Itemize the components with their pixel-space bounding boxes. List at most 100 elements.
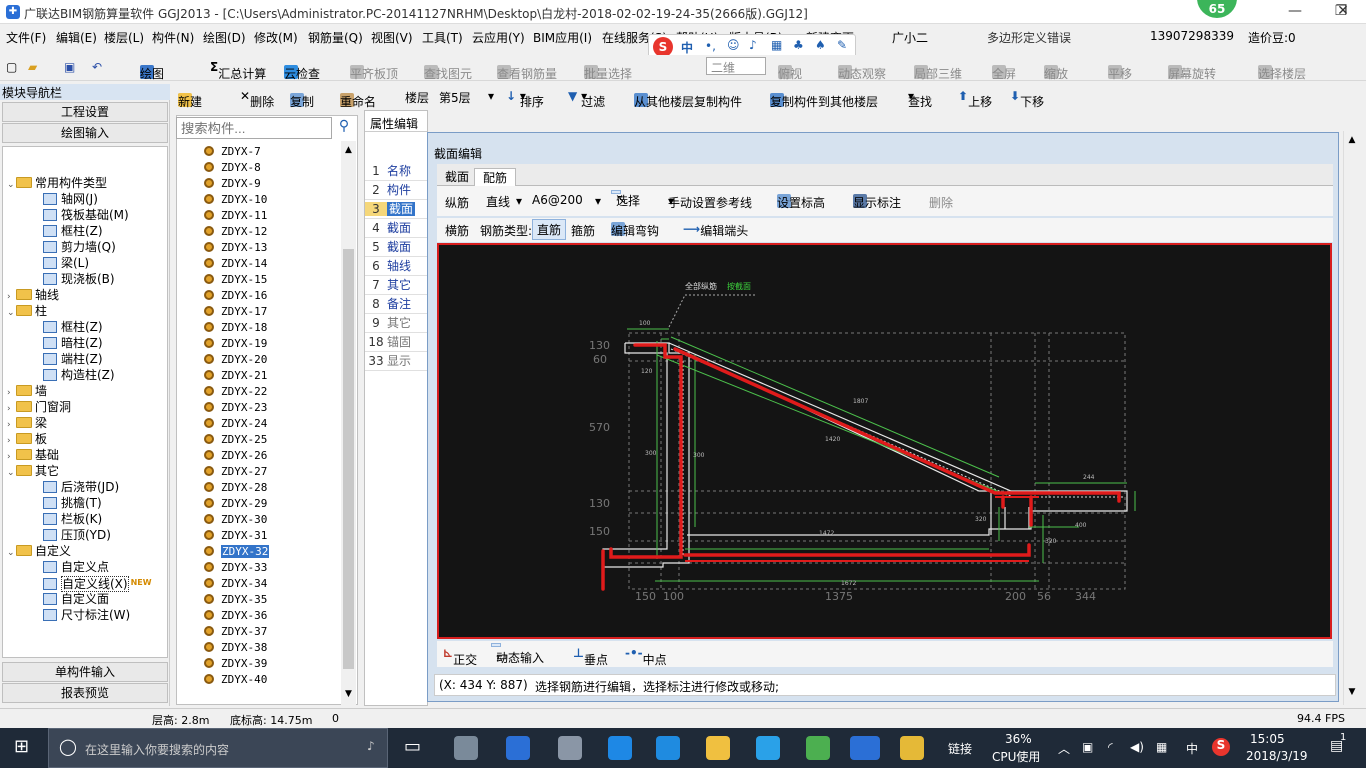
tree-item[interactable]: 剪力墙(Q) (43, 239, 116, 255)
tree-item[interactable]: 构造柱(Z) (43, 367, 115, 383)
small-label-9[interactable]: 400 (1075, 522, 1087, 529)
menu-assistant[interactable]: 广小二 (892, 29, 928, 46)
clock-date[interactable]: 2018/3/19 (1246, 749, 1308, 763)
menu-modify[interactable]: 修改(M) (254, 29, 298, 46)
component-list-item[interactable]: ZDYX-16 (204, 288, 267, 304)
menu-file[interactable]: 文件(F) (6, 29, 46, 46)
tree-item[interactable]: 自定义面 (43, 591, 109, 607)
floor-dropdown-icon[interactable]: ▾ (488, 89, 494, 103)
section-canvas[interactable]: 全部纵筋 按截面 130 60 570 130 150 150 100 1375… (437, 243, 1332, 639)
property-row[interactable]: 1 名称 (365, 162, 427, 181)
component-list-item[interactable]: ZDYX-33 (204, 560, 267, 576)
straight-bar-button[interactable]: 直筋 (532, 219, 567, 240)
tray-app-icon[interactable]: ▣ (1082, 740, 1093, 754)
component-search-input[interactable] (176, 117, 332, 139)
ime-indicator[interactable]: 中 (1186, 740, 1198, 757)
tree-item[interactable]: 筏板基础(M) (43, 207, 129, 223)
perpendicular-snap[interactable]: ⊥ 垂点 (573, 646, 608, 667)
user-phone[interactable]: 13907298339 (1150, 29, 1234, 43)
undo-icon[interactable]: ↶ (92, 60, 102, 74)
property-row[interactable]: 6 轴线 (365, 257, 427, 276)
punct-icon[interactable]: •, (705, 39, 716, 53)
clock-time[interactable]: 15:05 (1250, 732, 1285, 746)
component-list-item[interactable]: ZDYX-9 (204, 176, 261, 192)
small-label-2[interactable]: 1807 (853, 398, 868, 405)
dim-left-0[interactable]: 130 (589, 339, 610, 352)
new-button[interactable]: 新建▾ (178, 89, 202, 109)
component-list-item[interactable]: ZDYX-31 (204, 528, 267, 544)
move-up-button[interactable]: ⬆ 上移 (958, 89, 992, 109)
dim-bottom-4[interactable]: 56 (1037, 590, 1051, 603)
tree-item[interactable]: 尺寸标注(W) (43, 607, 130, 623)
menu-rebar[interactable]: 钢筋量(Q) (308, 29, 363, 46)
tree-folder[interactable]: ⌄ 其它 (7, 463, 59, 479)
component-list-item[interactable]: ZDYX-17 (204, 304, 267, 320)
open-file-icon[interactable]: ▰ (28, 60, 37, 74)
dim-bottom-5[interactable]: 344 (1075, 590, 1096, 603)
shirt-icon[interactable]: ♠ (815, 38, 826, 52)
label-by-section[interactable]: 按截面 (727, 281, 751, 291)
component-list-item[interactable]: ZDYX-24 (204, 416, 267, 432)
small-label-0[interactable]: 100 (639, 320, 651, 327)
view-mode-select[interactable]: 二维 (706, 57, 766, 75)
find-button[interactable]: 查找 ▾ (908, 89, 932, 109)
component-list-item[interactable]: ZDYX-38 (204, 640, 267, 656)
component-list-item[interactable]: ZDYX-10 (204, 192, 267, 208)
tree-folder[interactable]: ⌄ 柱 (7, 303, 47, 319)
tree-item[interactable]: 端柱(Z) (43, 351, 103, 367)
sogou-tray-icon[interactable]: S (1212, 738, 1230, 756)
save-icon[interactable]: ▣ (64, 60, 75, 74)
dim-left-1[interactable]: 60 (593, 353, 607, 366)
keyboard-tray-icon[interactable]: ▦ (1156, 740, 1167, 754)
dynamic-input-button[interactable]: ▭ 动态输入 (491, 643, 544, 665)
ggj-app-icon[interactable] (850, 736, 880, 760)
spec-select[interactable]: A6@200 (527, 191, 605, 209)
tree-folder[interactable]: › 门窗洞 (7, 399, 71, 415)
manual-ref-line[interactable]: 手动设置参考线 ▾ (668, 194, 752, 210)
tree-folder[interactable]: › 板 (7, 431, 47, 447)
component-list-item[interactable]: ZDYX-35 (204, 592, 267, 608)
dim-bottom-3[interactable]: 200 (1005, 590, 1026, 603)
skin-icon[interactable]: ♣ (793, 38, 804, 52)
taskbar-search[interactable]: ◯ 在这里输入你要搜索的内容 ♪ (48, 728, 388, 768)
small-label-4[interactable]: 300 (645, 450, 657, 457)
component-list-item[interactable]: ZDYX-26 (204, 448, 267, 464)
menu-bim[interactable]: BIM应用(I) (533, 29, 592, 46)
small-label-1[interactable]: 120 (641, 368, 653, 375)
sum-calc-tool[interactable]: Σ 汇总计算 (210, 60, 266, 81)
property-row[interactable]: 2 构件 (365, 181, 427, 200)
ortho-button[interactable]: ⊾ 正交 (443, 646, 477, 667)
scroll-down-icon[interactable]: ▼ (341, 689, 356, 699)
tab-section[interactable]: 截面 (437, 168, 477, 186)
wrench-icon[interactable]: ✎ (837, 38, 847, 52)
chevron-down-icon[interactable]: ⌄ (7, 305, 16, 321)
main-scroll-up-icon[interactable]: ▲ (1344, 135, 1360, 145)
property-row[interactable]: 18 锚固 (365, 333, 427, 352)
wifi-icon[interactable]: ◜ (1108, 740, 1113, 754)
task-view-icon[interactable]: ▭ (404, 736, 421, 757)
component-list-item[interactable]: ZDYX-28 (204, 480, 267, 496)
component-list-item[interactable]: ZDYX-7 (204, 144, 261, 160)
taskbar-search-text[interactable]: 在这里输入你要搜索的内容 (85, 741, 229, 758)
tree-folder[interactable]: › 梁 (7, 415, 47, 431)
component-list-item[interactable]: ZDYX-29 (204, 496, 267, 512)
tree-item[interactable]: 轴网(J) (43, 191, 98, 207)
main-vertical-scrollbar[interactable]: ▲ ▼ (1343, 131, 1359, 705)
keyboard-icon[interactable]: ▦ (771, 38, 782, 52)
component-list-item[interactable]: ZDYX-34 (204, 576, 267, 592)
component-list-scrollbar[interactable]: ▲ ▼ (341, 141, 356, 705)
stirrup-button[interactable]: 箍筋 (571, 222, 595, 239)
menu-edit[interactable]: 编辑(E) (56, 29, 97, 46)
component-list-item[interactable]: ZDYX-37 (204, 624, 267, 640)
component-list-item[interactable]: ZDYX-27 (204, 464, 267, 480)
property-row[interactable]: 33 显示 (365, 352, 427, 371)
delete-rebar-button[interactable]: 删除 (929, 194, 953, 211)
tree-folder[interactable]: › 基础 (7, 447, 59, 463)
component-list-item[interactable]: ZDYX-12 (204, 224, 267, 240)
component-list-item[interactable]: ZDYX-23 (204, 400, 267, 416)
line-type-dropdown-icon[interactable]: ▾ (516, 194, 522, 208)
new-file-icon[interactable]: ▢ (6, 60, 17, 74)
report-preview-button[interactable]: 报表预览 (2, 683, 168, 703)
minimize-button[interactable]: — (1272, 0, 1318, 24)
dim-bottom-0[interactable]: 150 (635, 590, 656, 603)
